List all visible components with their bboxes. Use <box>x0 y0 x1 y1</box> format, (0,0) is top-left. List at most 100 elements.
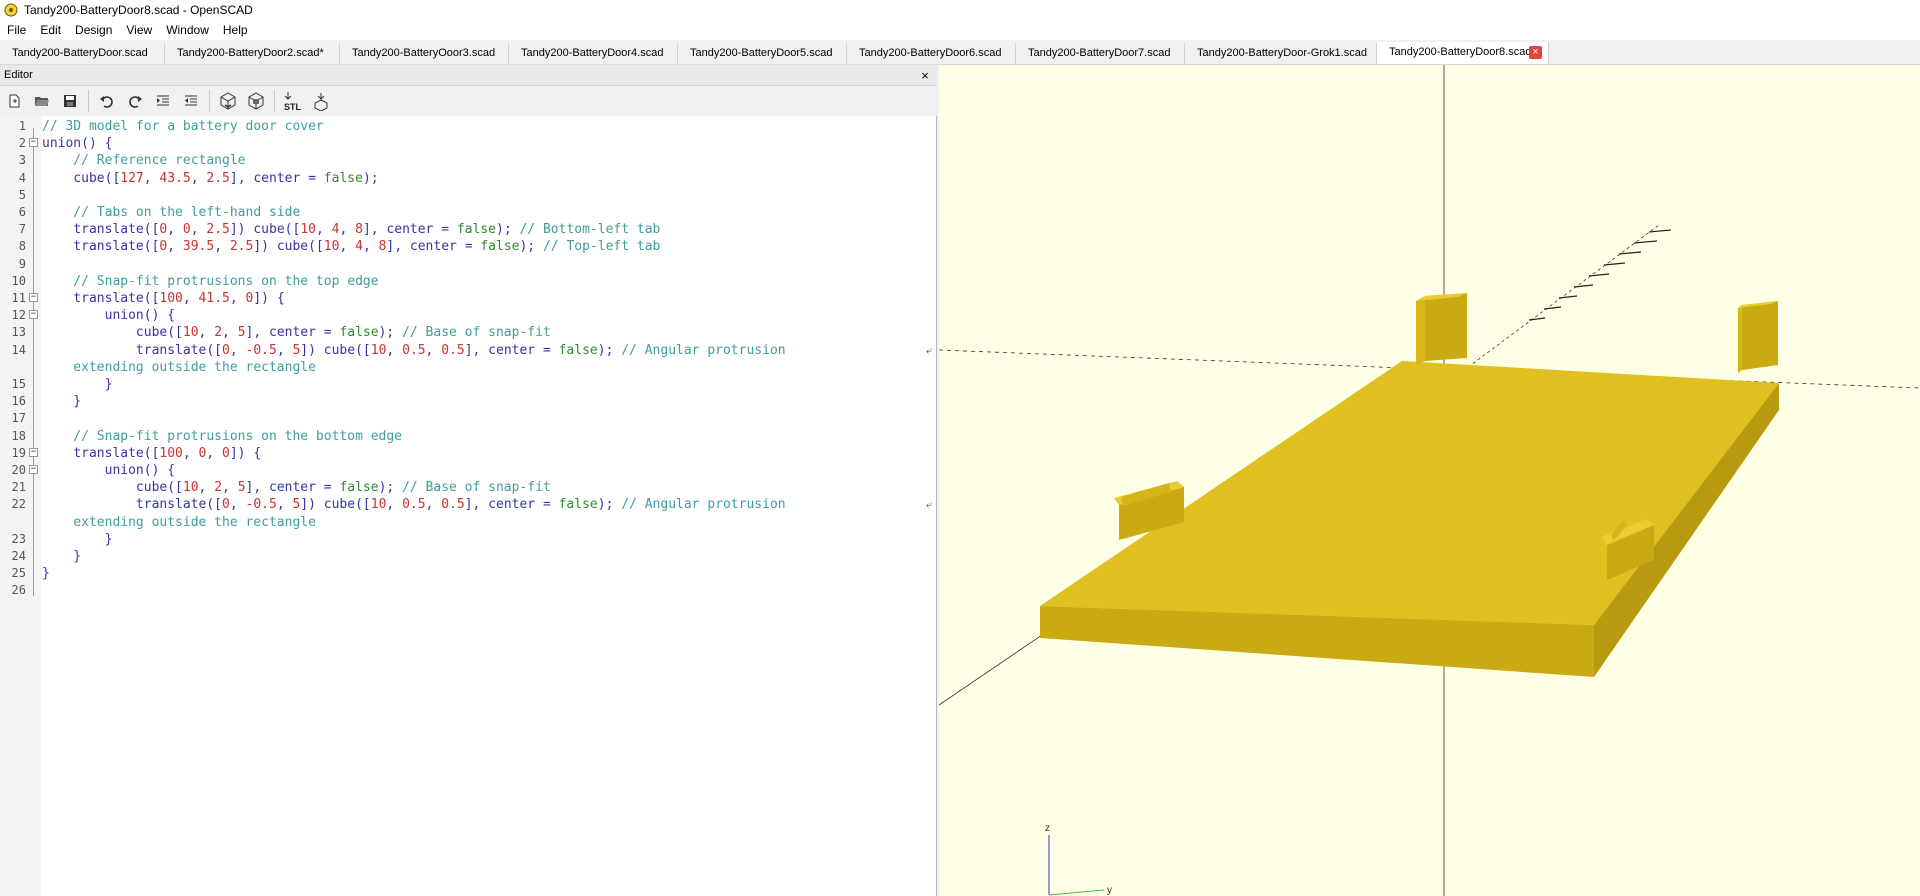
code-line[interactable]: 8 translate([0, 39.5, 2.5]) cube([10, 4,… <box>0 238 937 255</box>
menu-edit[interactable]: Edit <box>33 20 68 40</box>
code-token: 0.5 <box>441 497 465 513</box>
line-number: 13 <box>11 325 26 340</box>
code-token: 0 <box>222 445 230 461</box>
fold-toggle-icon[interactable]: − <box>29 293 38 302</box>
code-line[interactable]: 26 <box>0 582 937 599</box>
code-token: 43.5 <box>159 170 191 186</box>
code-line[interactable]: 19− translate([100, 0, 0]) { <box>0 445 937 462</box>
code-line[interactable]: 11− translate([100, 41.5, 0]) { <box>0 290 937 307</box>
code-line[interactable]: 22 translate([0, -0.5, 5]) cube([10, 0.5… <box>0 496 937 513</box>
code-line[interactable]: 21 cube([10, 2, 5], center = false); // … <box>0 479 937 496</box>
menu-help[interactable]: Help <box>216 20 255 40</box>
render-icon[interactable] <box>242 88 270 114</box>
axis-label-y: y <box>1107 885 1112 896</box>
code-token: union() { <box>42 308 176 324</box>
code-token: } <box>42 377 113 392</box>
new-file-icon[interactable] <box>0 88 28 114</box>
code-token: , <box>229 342 246 358</box>
code-line[interactable]: 10 // Snap-fit protrusions on the top ed… <box>0 273 937 290</box>
line-number: 22 <box>11 497 26 512</box>
code-text: union() { <box>42 462 175 479</box>
code-token: ], center = <box>245 325 340 341</box>
code-line[interactable]: 14 translate([0, -0.5, 5]) cube([10, 0.5… <box>0 342 937 359</box>
tab-file[interactable]: Tandy200-BatteryDoor4.scad <box>509 43 678 64</box>
3d-viewport[interactable]: z y <box>939 65 1920 896</box>
code-line[interactable]: 18 // Snap-fit protrusions on the bottom… <box>0 428 937 445</box>
tab-file-active[interactable]: Tandy200-BatteryDoor8.scad × <box>1377 42 1549 64</box>
close-editor-icon[interactable]: × <box>917 68 933 83</box>
wrap-indicator-icon: ⤶ <box>926 498 933 512</box>
menu-window[interactable]: Window <box>159 20 216 40</box>
tab-file[interactable]: Tandy200-BatteryOoor3.scad <box>340 43 509 64</box>
code-line[interactable]: 23 } <box>0 531 937 548</box>
code-token: , <box>214 239 230 255</box>
code-line[interactable]: 1 // 3D model for a battery door cover <box>0 118 937 135</box>
open-file-icon[interactable] <box>28 88 56 114</box>
code-line[interactable]: 4 cube([127, 43.5, 2.5], center = false)… <box>0 170 937 187</box>
code-line[interactable]: 5 <box>0 187 937 204</box>
redo-icon[interactable] <box>121 88 149 114</box>
preview-icon[interactable] <box>214 88 242 114</box>
code-token: 2 <box>214 325 223 341</box>
code-token: , <box>276 342 293 358</box>
unindent-icon[interactable] <box>177 88 205 114</box>
close-tab-icon[interactable]: × <box>1529 46 1542 59</box>
fold-toggle-icon[interactable]: − <box>29 465 38 474</box>
code-line[interactable]: 6 // Tabs on the left-hand side <box>0 204 937 221</box>
code-line[interactable]: 7 translate([0, 0, 2.5]) cube([10, 4, 8]… <box>0 221 937 238</box>
code-token: 2.5 <box>229 239 254 255</box>
code-line[interactable]: 12− union() { <box>0 307 937 324</box>
code-text: translate([100, 0, 0]) { <box>42 445 261 462</box>
code-token: ); <box>597 497 622 513</box>
line-number: 4 <box>18 170 26 185</box>
code-token: 10 <box>323 239 340 255</box>
code-line[interactable]: 15 } <box>0 376 937 393</box>
code-line[interactable]: 20− union() { <box>0 462 937 479</box>
tab-file[interactable]: Tandy200-BatteryDoor5.scad <box>678 43 847 64</box>
tab-file[interactable]: Tandy200-BatteryDoor-Grok1.scad <box>1185 43 1377 64</box>
code-text: cube([10, 2, 5], center = false); // Bas… <box>42 324 551 341</box>
code-line[interactable]: 25} <box>0 565 937 582</box>
undo-icon[interactable] <box>93 88 121 114</box>
code-token: , <box>222 325 238 341</box>
code-token: , <box>339 222 356 238</box>
fold-toggle-icon[interactable]: − <box>29 310 38 320</box>
code-line[interactable]: 2− union() { <box>0 135 937 152</box>
code-token: ], center = <box>229 170 324 186</box>
code-line[interactable]: 3 // Reference rectangle <box>0 152 937 169</box>
code-token: 5 <box>237 480 246 496</box>
code-line[interactable]: 9 <box>0 256 937 273</box>
code-line[interactable]: 13 cube([10, 2, 5], center = false); // … <box>0 324 937 341</box>
send-to-print-icon[interactable] <box>307 88 335 114</box>
code-token: extending outside the rectangle <box>42 514 316 530</box>
code-line[interactable]: extending outside the rectangle <box>0 514 937 531</box>
tab-file[interactable]: Tandy200-BatteryDoor6.scad <box>847 43 1016 64</box>
code-token: ], center = <box>464 342 559 358</box>
code-token: // Snap-fit protrusions on the bottom ed… <box>42 428 403 444</box>
tab-file[interactable]: Tandy200-BatteryDoor7.scad <box>1016 43 1185 64</box>
menu-file[interactable]: File <box>0 20 33 40</box>
code-line[interactable]: extending outside the rectangle <box>0 359 937 376</box>
code-token: , <box>386 497 403 513</box>
code-token: cube([ <box>42 325 183 341</box>
code-token: 2 <box>214 480 223 496</box>
export-stl-icon[interactable]: STL <box>279 88 307 114</box>
code-token: union() { <box>42 136 113 152</box>
code-line[interactable]: 16 } <box>0 393 937 410</box>
fold-toggle-icon[interactable]: − <box>29 138 38 148</box>
save-icon[interactable] <box>56 88 84 114</box>
code-token: , <box>339 239 356 255</box>
menu-design[interactable]: Design <box>68 20 119 40</box>
code-token: // Reference rectangle <box>42 153 246 169</box>
menu-view[interactable]: View <box>119 20 159 40</box>
code-token: 0.5 <box>402 497 426 513</box>
code-line[interactable]: 24 } <box>0 548 937 565</box>
code-editor[interactable]: 1// 3D model for a battery door cover 2− u… <box>0 116 937 896</box>
fold-toggle-icon[interactable]: − <box>29 447 38 457</box>
indent-icon[interactable] <box>149 88 177 114</box>
code-token: , <box>198 480 215 496</box>
code-line[interactable]: 17 <box>0 410 937 427</box>
tab-file[interactable]: Tandy200-BatteryDoor.scad <box>0 43 165 64</box>
tab-file[interactable]: Tandy200-BatteryDoor2.scad* <box>165 43 340 64</box>
code-token: // Tabs on the left-hand side <box>42 205 301 220</box>
